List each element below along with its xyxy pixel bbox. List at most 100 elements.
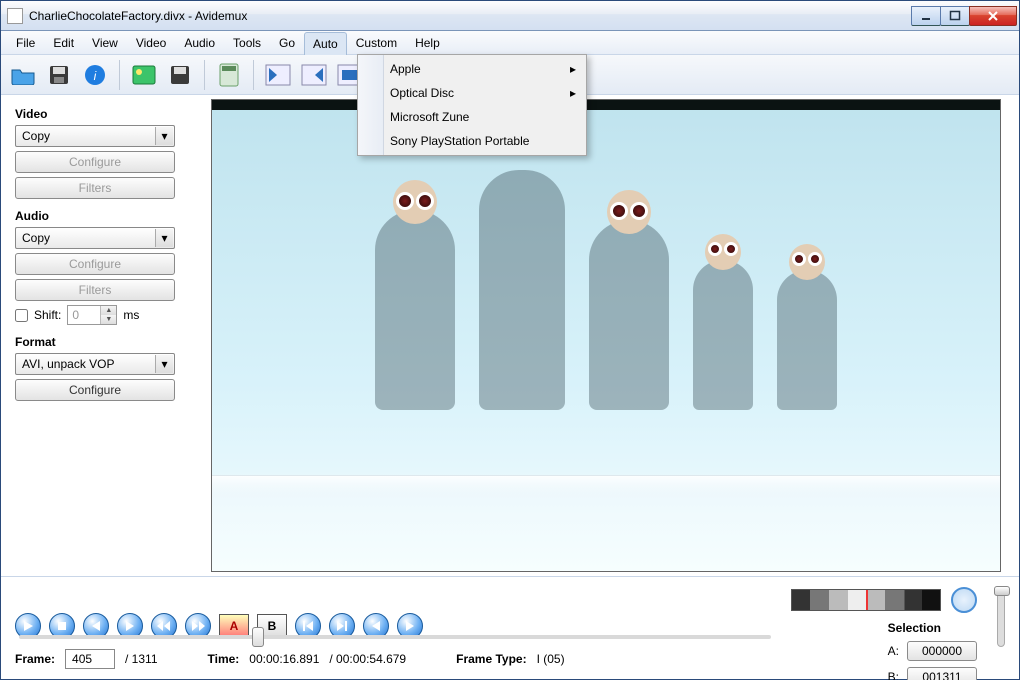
frame-label: Frame: [15, 652, 55, 666]
time-total: / 00:00:54.679 [329, 652, 406, 666]
selection-b-value[interactable]: 001311 [907, 667, 977, 680]
spin-down-icon[interactable]: ▼ [100, 315, 116, 324]
figure [589, 220, 669, 410]
audio-configure-button[interactable]: Configure [15, 253, 175, 275]
auto-menu-apple[interactable]: Apple ▸ [360, 57, 584, 81]
button-label: Filters [79, 283, 112, 297]
save-image-button[interactable] [164, 59, 196, 91]
shift-checkbox[interactable] [15, 309, 28, 322]
auto-menu-optical-disc[interactable]: Optical Disc ▸ [360, 81, 584, 105]
menu-custom[interactable]: Custom [347, 31, 406, 54]
menu-label: Video [136, 36, 166, 50]
spinner-buttons: ▲▼ [100, 306, 116, 324]
open-image-button[interactable] [128, 59, 160, 91]
open-file-button[interactable] [7, 59, 39, 91]
auto-menu-psp[interactable]: Sony PlayStation Portable [360, 129, 584, 153]
value: 405 [72, 652, 92, 666]
menu-help[interactable]: Help [406, 31, 449, 54]
format-configure-button[interactable]: Configure [15, 379, 175, 401]
select-value: Copy [22, 231, 50, 245]
menu-tools[interactable]: Tools [224, 31, 270, 54]
preview-content [212, 170, 1000, 410]
menuitem-label: Optical Disc [390, 86, 454, 100]
window-buttons [912, 6, 1017, 26]
vertical-slider[interactable] [997, 587, 1005, 647]
info-button[interactable]: i [79, 59, 111, 91]
video-section-label: Video [15, 107, 201, 121]
minimize-button[interactable] [911, 6, 941, 26]
title-bar: CharlieChocolateFactory.divx - Avidemux [1, 1, 1019, 31]
maximize-button[interactable] [940, 6, 970, 26]
shift-value: 0 [72, 308, 79, 322]
figure [479, 170, 565, 410]
timeline-thumb[interactable] [252, 627, 264, 647]
value: 000000 [922, 644, 962, 658]
value: 001311 [922, 670, 961, 680]
app-window: CharlieChocolateFactory.divx - Avidemux … [0, 0, 1020, 680]
submenu-arrow-icon: ▸ [570, 86, 576, 100]
menu-auto[interactable]: Auto [304, 32, 347, 55]
main-area: Video Copy ▾ Configure Filters Audio Cop… [1, 95, 1019, 576]
menu-video[interactable]: Video [127, 31, 175, 54]
audio-filters-button[interactable]: Filters [15, 279, 175, 301]
auto-dropdown: Apple ▸ Optical Disc ▸ Microsoft Zune So… [357, 54, 587, 156]
selection-a-label: A: [888, 644, 899, 658]
menu-label: Auto [313, 37, 338, 51]
window-title: CharlieChocolateFactory.divx - Avidemux [29, 9, 912, 23]
video-codec-select[interactable]: Copy ▾ [15, 125, 175, 147]
status-row: Frame: 405 / 1311 Time: 00:00:16.891 / 0… [15, 649, 655, 669]
video-configure-button[interactable]: Configure [15, 151, 175, 173]
menu-label: Tools [233, 36, 261, 50]
menu-file[interactable]: File [7, 31, 44, 54]
figure [777, 270, 837, 410]
frametype-value: I (05) [537, 652, 565, 666]
auto-menu-zune[interactable]: Microsoft Zune [360, 105, 584, 129]
shift-label: Shift: [34, 308, 61, 322]
selection-label: Selection [888, 621, 977, 635]
volume-dial[interactable] [951, 587, 977, 613]
chevron-down-icon: ▾ [155, 127, 173, 145]
marker-b-tool[interactable] [298, 59, 330, 91]
spin-up-icon[interactable]: ▲ [100, 306, 116, 315]
format-section-label: Format [15, 335, 201, 349]
button-label: Configure [69, 257, 121, 271]
video-filters-button[interactable]: Filters [15, 177, 175, 199]
frametype-label: Frame Type: [456, 652, 526, 666]
button-label: Configure [69, 383, 121, 397]
selection-a-row: A: 000000 [888, 641, 977, 661]
select-value: AVI, unpack VOP [22, 357, 115, 371]
calculator-button[interactable] [213, 59, 245, 91]
audio-section-label: Audio [15, 209, 201, 223]
menu-go[interactable]: Go [270, 31, 304, 54]
marker-a-tool[interactable] [262, 59, 294, 91]
menu-label: Audio [184, 36, 215, 50]
menu-view[interactable]: View [83, 31, 127, 54]
select-value: Copy [22, 129, 50, 143]
menu-bar: File Edit View Video Audio Tools Go Auto… [1, 31, 1019, 55]
menuitem-label: Microsoft Zune [390, 110, 469, 124]
selection-panel: Selection A: 000000 B: 001311 [888, 621, 977, 680]
jog-marker [866, 590, 868, 610]
menuitem-label: Apple [390, 62, 421, 76]
preview-foreground [212, 475, 1000, 501]
menu-edit[interactable]: Edit [44, 31, 83, 54]
menu-label: Edit [53, 36, 74, 50]
audio-codec-select[interactable]: Copy ▾ [15, 227, 175, 249]
figure [375, 210, 455, 410]
figure [693, 260, 753, 410]
sidebar: Video Copy ▾ Configure Filters Audio Cop… [1, 95, 211, 576]
menu-audio[interactable]: Audio [175, 31, 224, 54]
time-label: Time: [208, 652, 240, 666]
vertical-thumb[interactable] [994, 586, 1010, 596]
video-preview[interactable] [211, 99, 1001, 572]
frame-input[interactable]: 405 [65, 649, 115, 669]
save-button[interactable] [43, 59, 75, 91]
close-button[interactable] [969, 6, 1017, 26]
menu-label: Custom [356, 36, 397, 50]
selection-a-value[interactable]: 000000 [907, 641, 977, 661]
jog-wheel[interactable] [791, 589, 941, 611]
selection-b-row: B: 001311 [888, 667, 977, 680]
shift-spinner[interactable]: 0 ▲▼ [67, 305, 117, 325]
format-select[interactable]: AVI, unpack VOP ▾ [15, 353, 175, 375]
timeline-slider[interactable] [19, 635, 771, 639]
